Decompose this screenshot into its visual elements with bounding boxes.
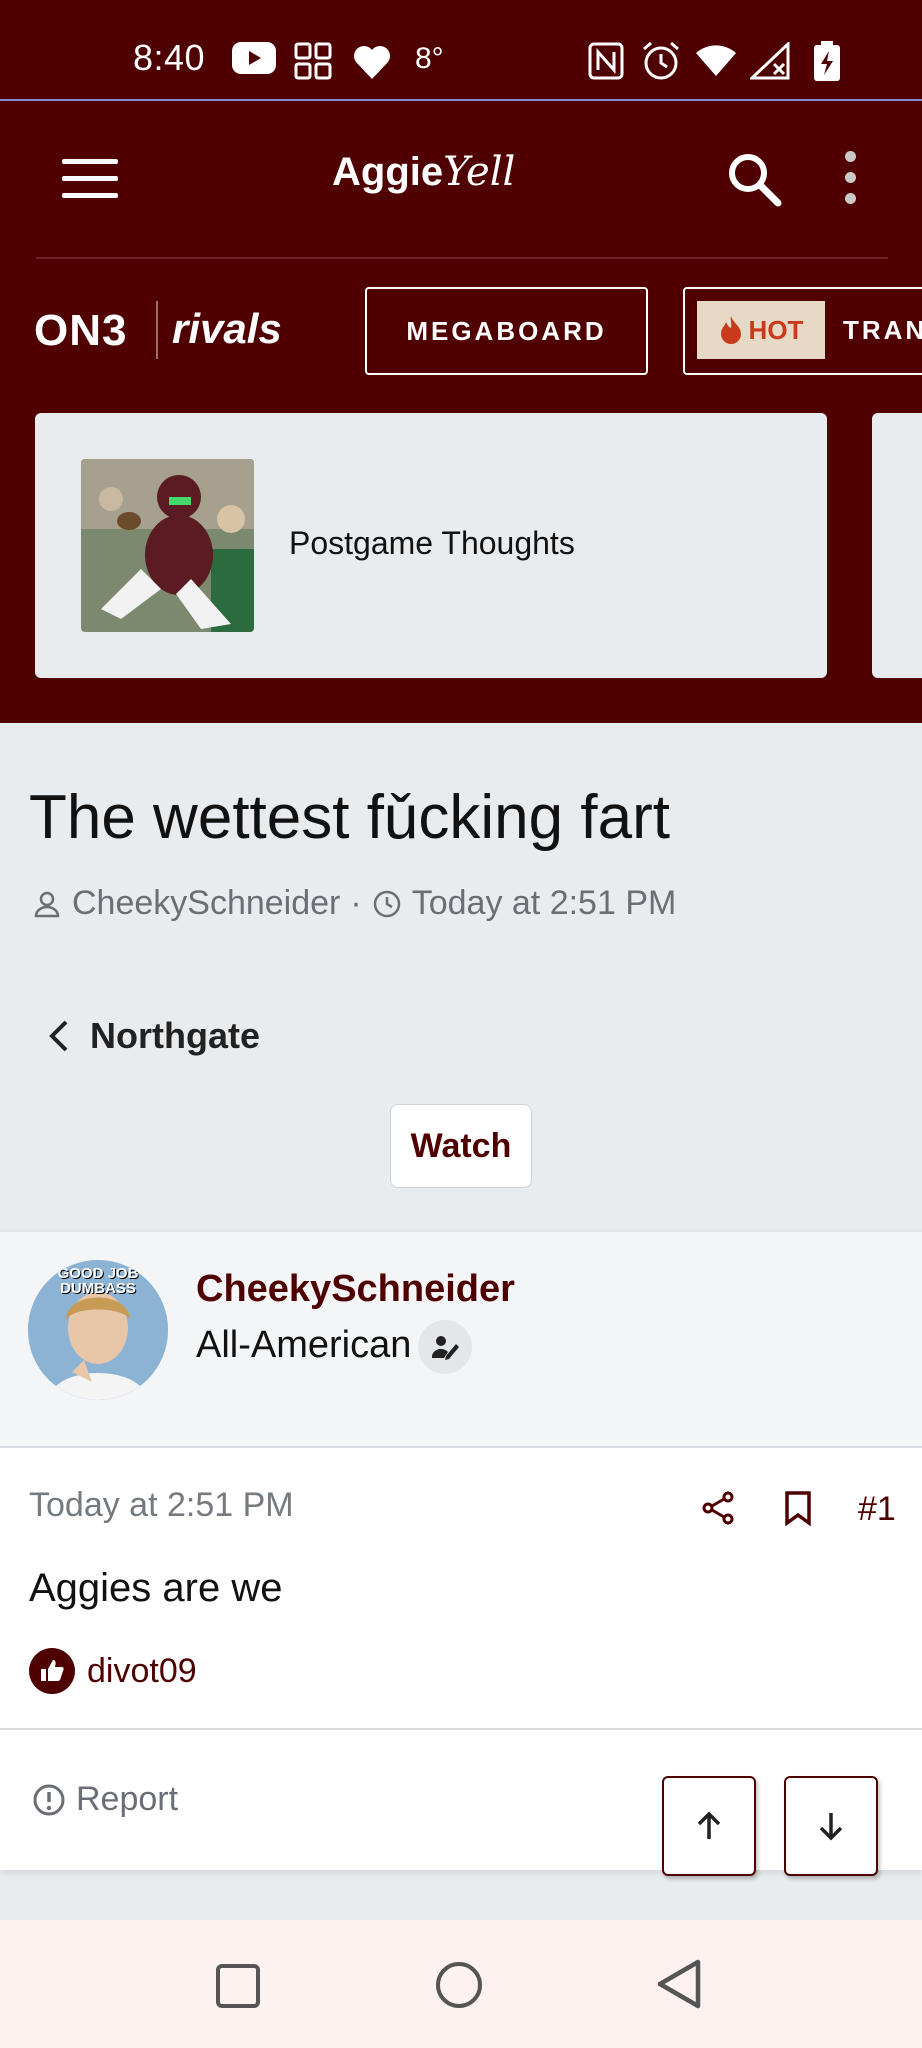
report-button[interactable]: Report: [32, 1780, 178, 1819]
report-label: Report: [76, 1780, 179, 1818]
bookmark-icon[interactable]: [782, 1490, 814, 1526]
battery-charging-icon: [814, 41, 840, 81]
breadcrumb[interactable]: Northgate: [48, 1015, 260, 1057]
post-user-title: All-American: [196, 1324, 412, 1366]
heart-icon: [354, 46, 390, 79]
post-timestamp[interactable]: Today at 2:51 PM: [29, 1486, 294, 1525]
post-username[interactable]: CheekySchneider: [196, 1268, 515, 1311]
avatar[interactable]: GOOD JOB DUMBASS: [28, 1260, 168, 1400]
featured-thumbnail: [81, 459, 254, 632]
brand-separator: [156, 301, 158, 359]
hot-badge-label: HOT: [748, 314, 804, 345]
post-number[interactable]: #1: [858, 1490, 896, 1529]
chevron-left-icon: [49, 1020, 68, 1052]
megaboard-button[interactable]: MEGABOARD: [365, 287, 648, 375]
hot-transfer-button[interactable]: HOT TRAN: [683, 287, 922, 375]
featured-card[interactable]: Postgame Thoughts: [35, 413, 827, 678]
thread-author[interactable]: CheekySchneider: [72, 884, 340, 923]
nfc-icon: [588, 42, 624, 80]
system-navigation-bar: [0, 1920, 922, 2048]
logo-text: Aggie: [332, 150, 444, 194]
status-time: 8:40: [133, 37, 206, 78]
scroll-down-button[interactable]: [784, 1776, 878, 1876]
hot-label: TRAN: [843, 315, 922, 345]
share-icon[interactable]: [700, 1490, 736, 1526]
post-footer: Report: [0, 1730, 922, 1876]
post-user-block: GOOD JOB DUMBASS CheekySchneider All-Ame…: [0, 1230, 922, 1448]
recents-icon[interactable]: [216, 1964, 260, 2008]
status-bar: 8:40 8°: [0, 0, 922, 101]
flame-icon: [720, 316, 741, 344]
on3-logo[interactable]: ON3: [34, 306, 127, 356]
meta-separator: ·: [350, 884, 362, 922]
header-divider: [36, 257, 888, 259]
featured-card-title: Postgame Thoughts: [289, 525, 575, 561]
thumbs-up-icon: [29, 1648, 75, 1694]
user-badge-icon[interactable]: [418, 1320, 472, 1374]
logo-script: Yell: [443, 149, 516, 195]
user-icon: [34, 891, 60, 917]
thread-meta: CheekySchneider · Today at 2:51 PM: [32, 884, 676, 923]
clock-icon: [373, 890, 400, 917]
rivals-logo[interactable]: rivals: [172, 305, 282, 353]
reactions-bar: divot09: [29, 1648, 197, 1694]
thread-timestamp[interactable]: Today at 2:51 PM: [412, 884, 677, 923]
featured-card-next[interactable]: [872, 413, 922, 678]
hot-badge: HOT: [697, 301, 825, 359]
site-header: AggieYell ON3 rivals MEGABOARD HOT TRAN: [0, 101, 922, 723]
avatar-caption: GOOD JOB DUMBASS: [57, 1265, 139, 1297]
arrow-down-icon: [819, 1813, 843, 1841]
post-text: Aggies are we: [29, 1566, 283, 1610]
search-icon[interactable]: [724, 149, 784, 209]
alert-icon: [33, 1784, 65, 1815]
home-icon[interactable]: [436, 1962, 482, 2008]
scroll-up-button[interactable]: [662, 1776, 756, 1876]
wifi-icon: [696, 45, 736, 76]
back-icon[interactable]: [654, 1958, 704, 2010]
arrow-up-icon: [697, 1811, 721, 1839]
post-body: Today at 2:51 PM #1 Aggies are we divot0…: [0, 1448, 922, 1730]
youtube-icon: [232, 42, 276, 74]
liked-by-user[interactable]: divot09: [87, 1652, 197, 1691]
thread-title: The wettest fǔcking fart: [29, 783, 670, 852]
alarm-icon: [643, 41, 679, 80]
watch-button[interactable]: Watch: [390, 1104, 532, 1188]
no-signal-icon: [750, 42, 790, 80]
status-temperature: 8°: [415, 42, 444, 75]
grid-app-icon: [294, 42, 332, 80]
site-logo[interactable]: AggieYell: [332, 149, 515, 195]
breadcrumb-forum: Northgate: [90, 1015, 260, 1056]
more-options-icon[interactable]: [836, 151, 864, 211]
menu-icon[interactable]: [62, 159, 118, 199]
